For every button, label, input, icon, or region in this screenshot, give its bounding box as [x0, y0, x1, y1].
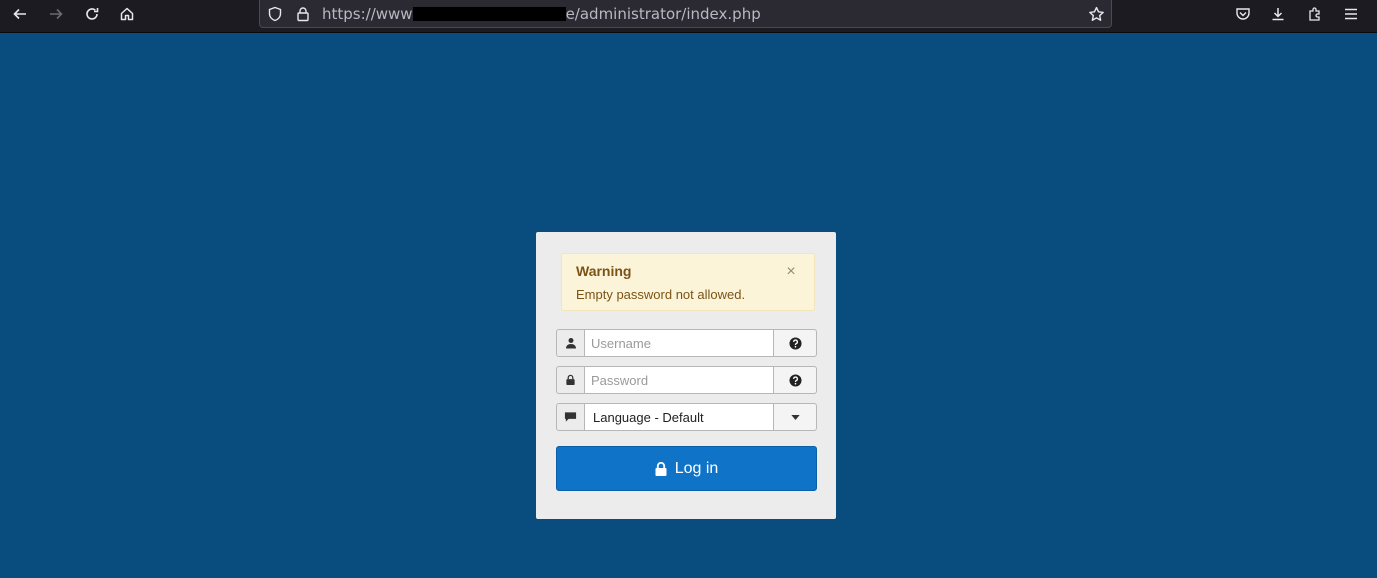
reload-icon — [86, 8, 99, 20]
pocket-button[interactable] — [1231, 3, 1255, 25]
url-bar[interactable]: https://www e/administrator/index.php — [259, 0, 1112, 28]
browser-toolbar: https://www e/administrator/index.php — [0, 0, 1377, 33]
back-button[interactable] — [2, 0, 38, 28]
login-button[interactable]: Log in — [556, 446, 817, 491]
login-card: Warning Empty password not allowed. × La… — [536, 232, 836, 519]
lock-icon — [655, 461, 667, 476]
redacted-domain — [412, 7, 566, 21]
pocket-icon — [1236, 8, 1250, 20]
username-row — [556, 329, 817, 357]
caret-down-icon — [790, 414, 800, 420]
user-icon — [556, 329, 585, 357]
reload-button[interactable] — [74, 0, 110, 28]
password-input[interactable] — [584, 366, 774, 394]
language-row: Language - Default — [556, 403, 817, 431]
comment-icon — [556, 403, 585, 431]
downloads-button[interactable] — [1266, 3, 1290, 25]
home-icon — [120, 7, 134, 21]
question-circle-icon — [788, 336, 802, 350]
close-icon[interactable]: × — [784, 264, 798, 280]
forward-button[interactable] — [38, 0, 74, 28]
login-label: Log in — [674, 459, 719, 477]
password-row — [556, 366, 817, 394]
home-button[interactable] — [109, 0, 145, 28]
language-select[interactable]: Language - Default — [584, 403, 774, 431]
download-icon — [1272, 8, 1284, 21]
extensions-button[interactable] — [1303, 3, 1327, 25]
lock-icon — [556, 366, 585, 394]
menu-button[interactable] — [1339, 3, 1363, 25]
warning-alert: Warning Empty password not allowed. × — [561, 253, 815, 311]
arrow-right-icon — [50, 8, 63, 20]
alert-title: Warning — [576, 263, 632, 279]
url-suffix: e/administrator/index.php — [565, 5, 761, 23]
lock-icon[interactable] — [294, 5, 312, 23]
arrow-left-icon — [13, 8, 26, 20]
alert-message: Empty password not allowed. — [576, 287, 746, 302]
star-icon[interactable] — [1087, 5, 1105, 23]
username-help-button[interactable] — [773, 329, 817, 357]
username-input[interactable] — [584, 329, 774, 357]
shield-icon[interactable] — [266, 5, 284, 23]
question-circle-icon — [788, 373, 802, 387]
password-help-button[interactable] — [773, 366, 817, 394]
hamburger-icon — [1345, 8, 1357, 20]
puzzle-icon — [1309, 7, 1320, 21]
language-dropdown-button[interactable] — [773, 403, 817, 431]
url-text[interactable]: https://www e/administrator/index.php — [322, 5, 761, 23]
url-prefix: https://www — [322, 5, 413, 23]
